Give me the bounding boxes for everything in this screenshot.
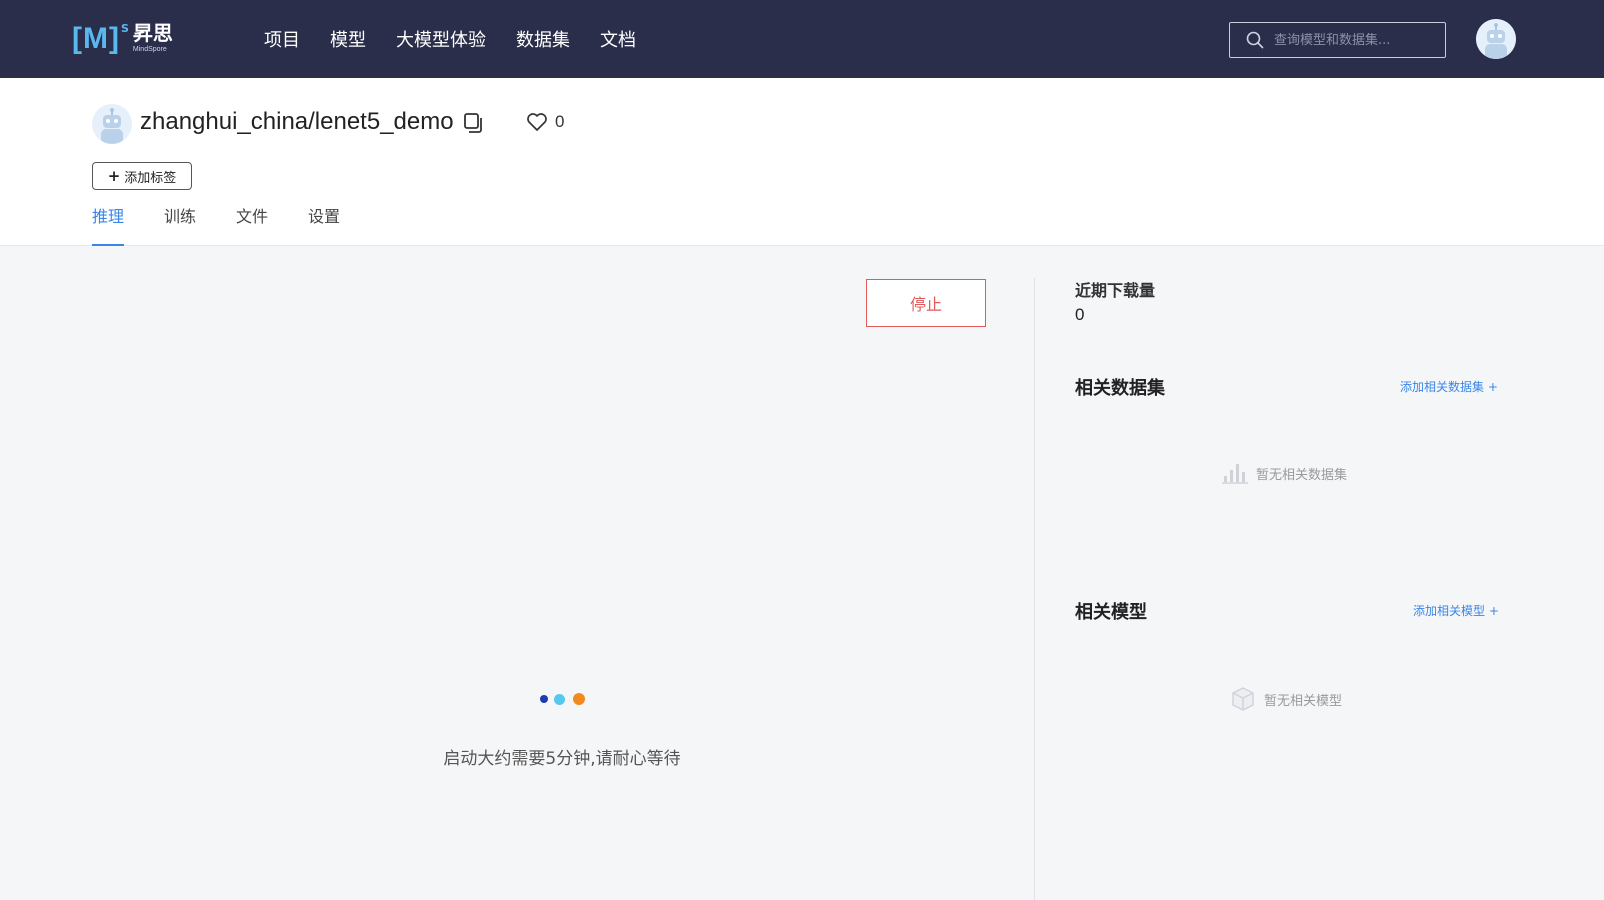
like-count: 0 bbox=[555, 112, 565, 131]
plus-icon: + bbox=[107, 167, 121, 185]
nav-item-docs[interactable]: 文档 bbox=[600, 26, 636, 52]
nav-item-models[interactable]: 模型 bbox=[330, 26, 366, 52]
datasets-empty-text: 暂无相关数据集 bbox=[1256, 467, 1348, 483]
logo-mark: [M] bbox=[72, 22, 120, 55]
wait-message: 启动大约需要5分钟,请耐心等待 bbox=[443, 749, 681, 769]
repo-header: zhanghui_china/lenet5_demo 0 + 添加标签 推理 训练… bbox=[0, 78, 1604, 246]
models-empty-state: 暂无相关模型 bbox=[1230, 686, 1342, 712]
robot-avatar-icon bbox=[1476, 19, 1516, 59]
add-related-dataset-link[interactable]: 添加相关数据集 + bbox=[1400, 378, 1498, 395]
models-empty-text: 暂无相关模型 bbox=[1264, 693, 1343, 709]
main-nav: 项目 模型 大模型体验 数据集 文档 bbox=[264, 0, 666, 78]
related-datasets-title: 相关数据集 bbox=[1075, 378, 1165, 399]
datasets-empty-state: 暂无相关数据集 bbox=[1222, 462, 1347, 484]
user-avatar[interactable] bbox=[1476, 19, 1516, 59]
recent-downloads-value: 0 bbox=[1075, 305, 1085, 324]
recent-downloads-label: 近期下载量 bbox=[1075, 281, 1156, 300]
repo-owner-avatar[interactable] bbox=[92, 104, 132, 144]
add-related-model-link[interactable]: 添加相关模型 + bbox=[1413, 602, 1499, 619]
tab-inference[interactable]: 推理 bbox=[92, 206, 125, 246]
repo-title: zhanghui_china/lenet5_demo bbox=[140, 108, 454, 135]
nav-item-projects[interactable]: 项目 bbox=[264, 26, 300, 52]
tab-training[interactable]: 训练 bbox=[164, 206, 196, 246]
logo-text: 昇思 MindSpore bbox=[133, 20, 173, 54]
search-box[interactable] bbox=[1229, 22, 1446, 58]
nav-item-datasets[interactable]: 数据集 bbox=[516, 26, 570, 52]
content-divider bbox=[1034, 278, 1035, 900]
nav-item-llm-experience[interactable]: 大模型体验 bbox=[396, 26, 486, 52]
related-models-title: 相关模型 bbox=[1075, 602, 1147, 623]
heart-icon bbox=[527, 113, 547, 131]
top-navbar: [M] S 昇思 MindSpore 项目 模型 大模型体验 数据集 文档 bbox=[0, 0, 1604, 78]
robot-avatar-icon bbox=[92, 104, 132, 144]
mindspore-logo[interactable]: [M] S 昇思 MindSpore bbox=[72, 20, 173, 60]
tab-files[interactable]: 文件 bbox=[236, 206, 268, 246]
stop-button[interactable]: 停止 bbox=[866, 279, 986, 327]
loading-indicator bbox=[540, 693, 591, 705]
add-tag-label: 添加标签 bbox=[124, 170, 177, 186]
add-tag-button[interactable]: + 添加标签 bbox=[92, 162, 192, 190]
logo-name-en: MindSpore bbox=[132, 46, 167, 53]
search-icon bbox=[1246, 31, 1264, 49]
loading-dot bbox=[554, 693, 565, 705]
logo-name-cn: 昇思 bbox=[132, 21, 173, 45]
copy-icon[interactable] bbox=[463, 112, 485, 138]
loading-dot bbox=[573, 693, 585, 705]
cube-icon bbox=[1232, 687, 1254, 711]
tab-settings[interactable]: 设置 bbox=[308, 206, 340, 246]
bar-chart-icon bbox=[1222, 464, 1248, 484]
like-button[interactable]: 0 bbox=[526, 112, 564, 132]
search-input[interactable] bbox=[1274, 32, 1434, 48]
loading-dot bbox=[540, 695, 548, 703]
repo-tabs: 推理 训练 文件 设置 bbox=[92, 206, 380, 246]
logo-superscript: S bbox=[120, 22, 129, 35]
